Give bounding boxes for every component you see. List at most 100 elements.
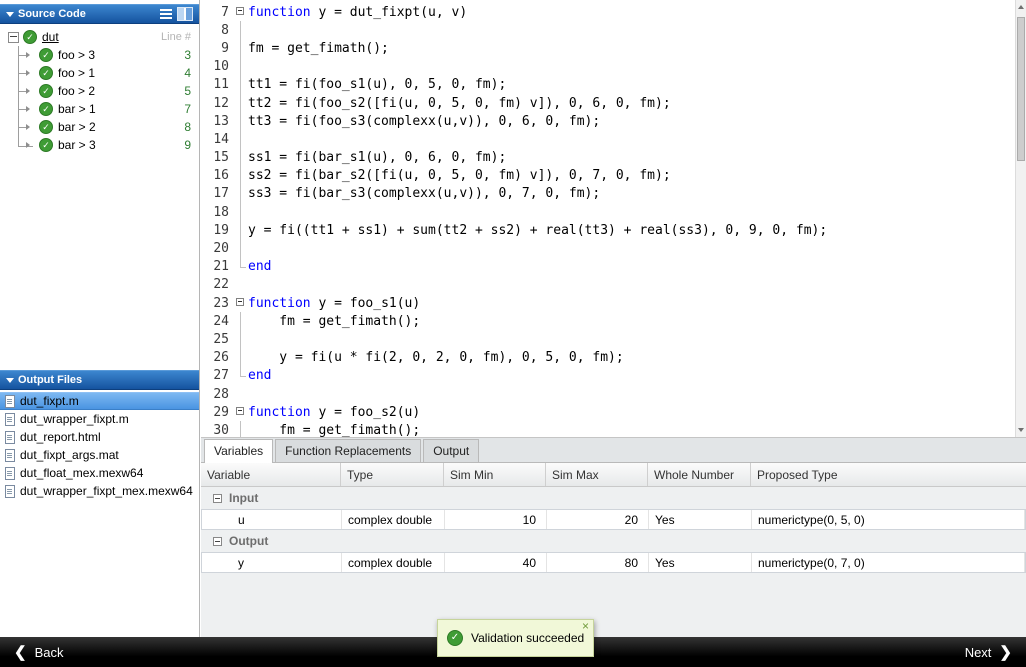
file-name: dut_float_mex.mexw64: [20, 466, 144, 480]
tab-function-replacements[interactable]: Function Replacements: [275, 439, 422, 462]
code-line: 10: [201, 57, 1015, 76]
line-number: 8: [221, 22, 229, 38]
line-number: 7: [221, 4, 229, 20]
fold-marker: [235, 276, 248, 294]
fold-minus-icon[interactable]: [235, 294, 248, 312]
next-button[interactable]: Next: [965, 643, 1012, 661]
bottom-panel: Variables Function Replacements Output Var…: [201, 437, 1026, 637]
tab-variables[interactable]: Variables: [204, 439, 274, 463]
table-cell: numerictype(0, 5, 0): [752, 510, 1025, 529]
fold-marker: [235, 330, 248, 349]
panel-title: Source Code: [18, 8, 86, 20]
output-file-item[interactable]: dut_fixpt.m: [0, 392, 199, 410]
collapse-icon[interactable]: [213, 536, 222, 546]
file-name: dut_fixpt_args.mat: [20, 448, 119, 462]
column-header[interactable]: Variable: [201, 463, 341, 486]
fold-minus-icon[interactable]: [235, 3, 248, 21]
fold-marker: [235, 366, 248, 385]
code-line: 16 ss2 = fi(bar_s2([fi(u, 0, 5, 0, fm) v…: [201, 166, 1015, 186]
code-segment: ss2 = fi(bar_s2([fi(u, 0, 5, 0, fm) v]),…: [248, 168, 671, 184]
check-icon: [23, 30, 37, 44]
column-header[interactable]: Whole Number: [648, 463, 751, 486]
output-file-list: dut_fixpt.m dut_wrapper_fixpt.m dut_repo…: [0, 390, 199, 500]
table-body: Input u complex double 10 20 Yes numerictype(…: [201, 487, 1026, 573]
code-text: fm = get_fimath();: [248, 423, 420, 437]
arrow-icon: [26, 52, 30, 58]
scrollbar-thumb[interactable]: [1017, 17, 1025, 161]
code-editor: 7 function y = dut_fixpt(u, v) 8 9 fm = …: [201, 0, 1026, 437]
code-text: ss2 = fi(bar_s2([fi(u, 0, 5, 0, fm) v]),…: [248, 168, 671, 183]
file-name: dut_wrapper_fixpt.m: [20, 412, 129, 426]
table-cell: Yes: [649, 553, 752, 572]
tree-root-label[interactable]: dut: [42, 30, 59, 44]
line-number-header: Line #: [161, 31, 191, 43]
back-button[interactable]: Back: [14, 643, 64, 661]
column-header[interactable]: Sim Max: [546, 463, 648, 486]
fold-marker: [235, 39, 248, 58]
tree-item[interactable]: foo > 3 3: [0, 46, 199, 64]
line-number: 12: [213, 95, 229, 111]
next-label: Next: [964, 644, 992, 660]
expander-icon[interactable]: [8, 31, 19, 43]
output-file-item[interactable]: dut_fixpt_args.mat: [0, 446, 199, 464]
code-line: 24 fm = get_fimath();: [201, 312, 1015, 331]
code-line: 22: [201, 276, 1015, 294]
back-label: Back: [34, 644, 64, 660]
tab-output[interactable]: Output: [423, 439, 480, 462]
tree-item[interactable]: bar > 2 8: [0, 118, 199, 136]
scroll-down-icon[interactable]: [1016, 422, 1026, 437]
output-file-item[interactable]: dut_wrapper_fixpt.m: [0, 410, 199, 428]
tree-item[interactable]: foo > 1 4: [0, 64, 199, 82]
fold-marker: [235, 148, 248, 167]
table-row[interactable]: u complex double 10 20 Yes numerictype(0, 5, …: [201, 509, 1026, 530]
file-icon: [5, 466, 15, 480]
check-icon: [39, 84, 53, 98]
close-icon[interactable]: [582, 620, 589, 632]
list-icon[interactable]: [160, 9, 172, 11]
column-header[interactable]: Sim Min: [444, 463, 546, 486]
layout-icon[interactable]: [177, 7, 193, 21]
output-file-item[interactable]: dut_report.html: [0, 428, 199, 446]
code-segment: ss3 = fi(bar_s3(complexx(u,v)), 0, 7, 0,…: [248, 186, 601, 202]
code-line: 9 fm = get_fimath();: [201, 39, 1015, 58]
tree-item[interactable]: bar > 1 7: [0, 100, 199, 118]
code-text: y = fi((tt1 + ss1) + sum(tt2 + ss2) + re…: [248, 223, 827, 238]
line-number: 21: [213, 259, 229, 275]
code-line: 17 ss3 = fi(bar_s3(complexx(u,v)), 0, 7,…: [201, 184, 1015, 204]
tree-item[interactable]: foo > 2 5: [0, 82, 199, 100]
line-number: 23: [213, 295, 229, 311]
code-line: 18: [201, 203, 1015, 222]
fold-marker: [235, 421, 248, 437]
tree-item[interactable]: bar > 3 9: [0, 136, 199, 154]
table-cell: complex double: [342, 510, 445, 529]
table-row[interactable]: y complex double 40 80 Yes numerictype(0, 7, …: [201, 552, 1026, 573]
output-file-item[interactable]: dut_float_mex.mexw64: [0, 464, 199, 482]
check-icon: [39, 48, 53, 62]
fold-minus-icon[interactable]: [235, 403, 248, 421]
line-number: 13: [213, 113, 229, 129]
group-row[interactable]: Input: [201, 487, 1026, 509]
code-segment: fm = get_fimath();: [248, 422, 421, 437]
code-text: y = fi(u * fi(2, 0, 2, 0, fm), 0, 5, 0, …: [248, 350, 623, 365]
scroll-up-icon[interactable]: [1016, 0, 1026, 15]
code-segment: y = foo_s1(u): [310, 295, 421, 311]
line-number: 24: [213, 313, 229, 329]
column-header[interactable]: Proposed Type: [751, 463, 1026, 486]
group-row[interactable]: Output: [201, 530, 1026, 552]
triangle-down-icon[interactable]: [6, 377, 14, 383]
fold-marker: [235, 166, 248, 186]
panel-title: Output Files: [18, 374, 83, 386]
fold-marker: [235, 239, 248, 258]
code-segment: y = fi((tt1 + ss1) + sum(tt2 + ss2) + re…: [248, 222, 828, 238]
file-icon: [5, 394, 15, 408]
triangle-down-icon[interactable]: [6, 11, 14, 17]
line-number: 19: [213, 222, 229, 238]
tree-root-row[interactable]: dut Line #: [0, 28, 199, 46]
editor-scrollbar[interactable]: [1015, 0, 1026, 437]
code-text: tt2 = fi(foo_s2([fi(u, 0, 5, 0, fm) v]),…: [248, 96, 671, 111]
output-file-item[interactable]: dut_wrapper_fixpt_mex.mexw64: [0, 482, 199, 500]
column-header[interactable]: Type: [341, 463, 444, 486]
code-segment: y = foo_s2(u): [310, 404, 421, 420]
table-cell: 40: [445, 553, 547, 572]
collapse-icon[interactable]: [213, 493, 222, 503]
